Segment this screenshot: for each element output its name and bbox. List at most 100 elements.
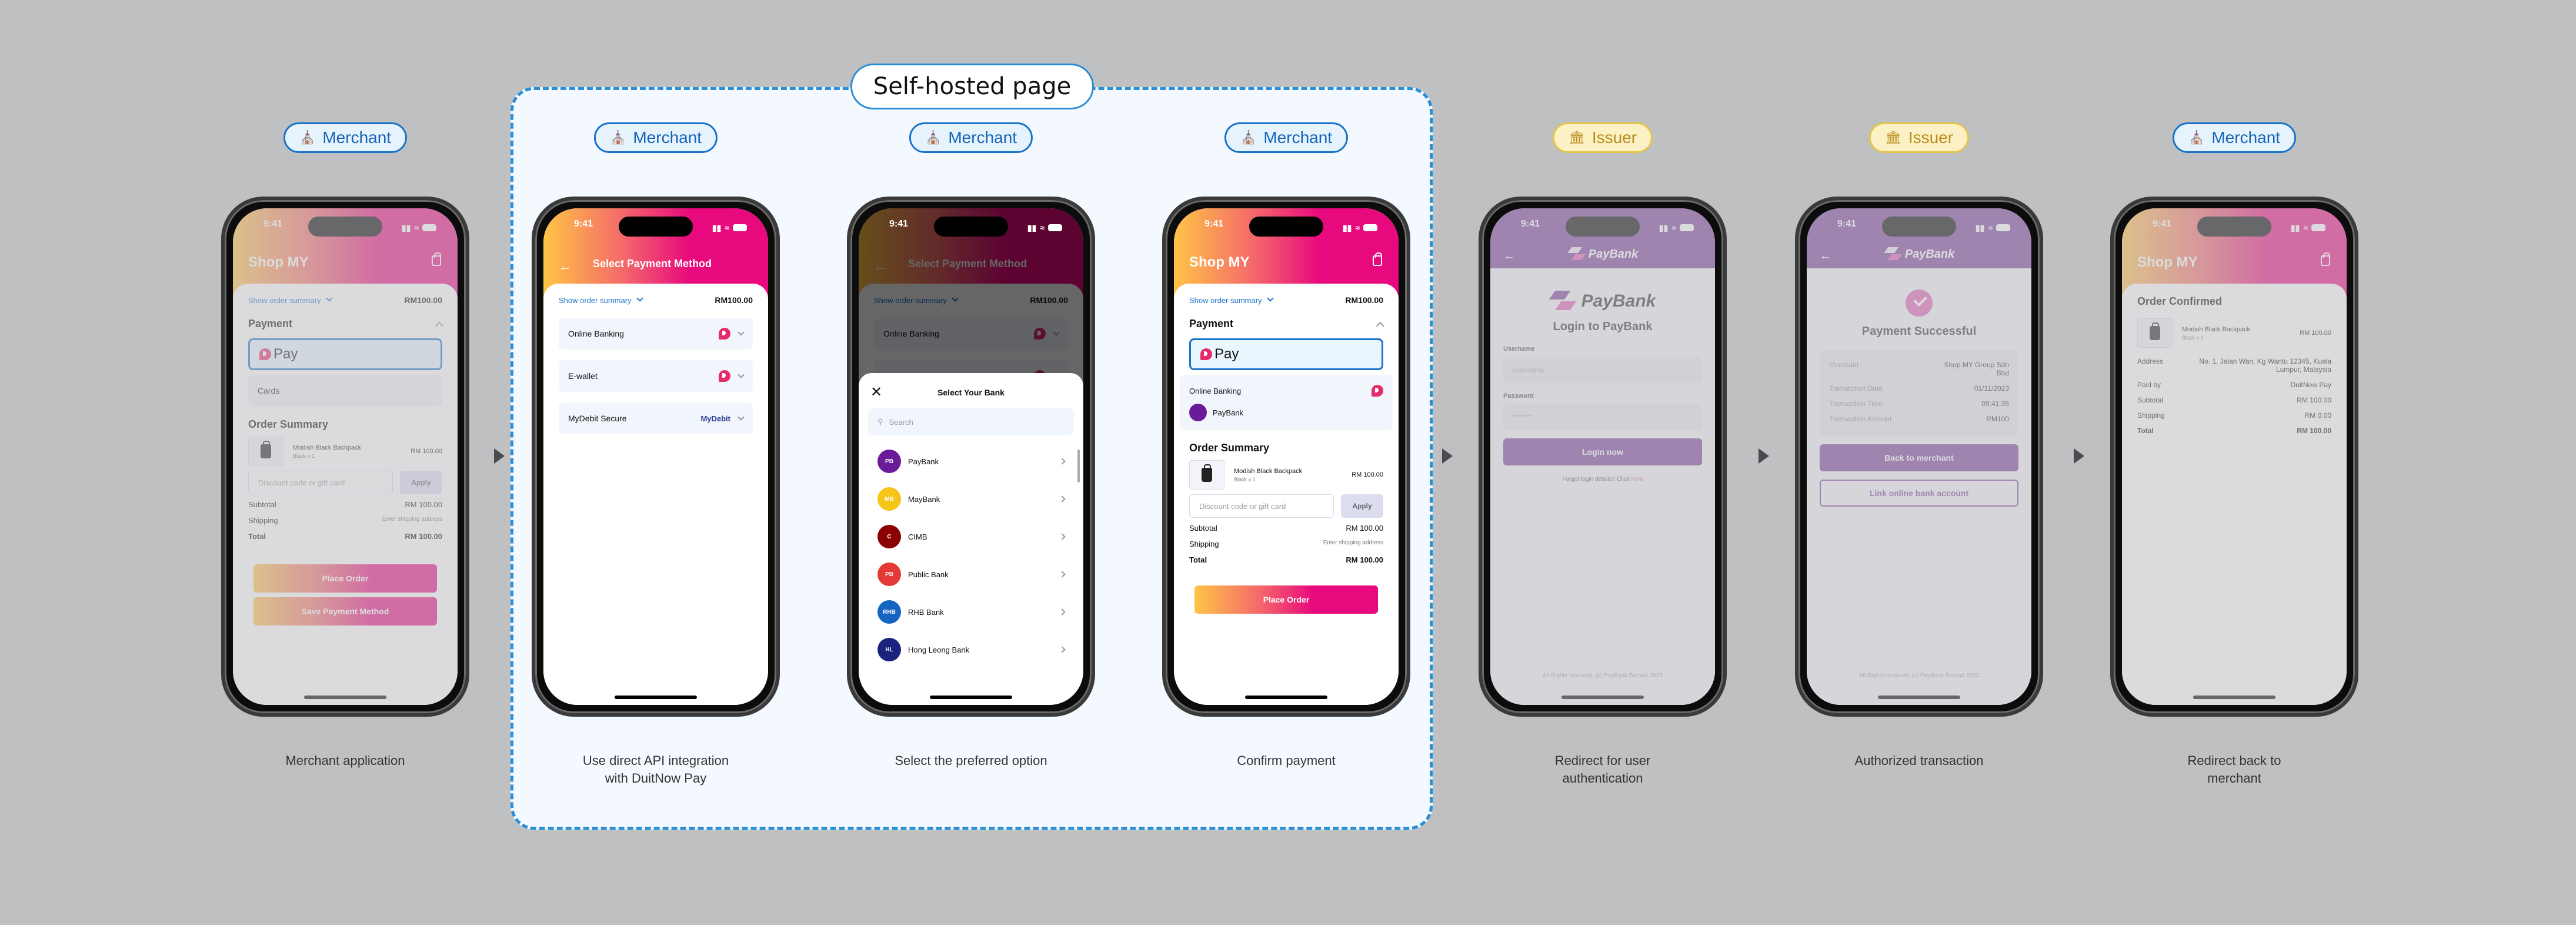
summary-row: Subtotal RM 100.00 xyxy=(2137,396,2331,404)
screen-confirm-payment: ⛪ Merchant 9:41 ▮▮ ≈ Shop MY Show order sum… xyxy=(1154,0,1419,925)
duitnow-pay-option[interactable]: Pay xyxy=(248,338,442,370)
bank-name: RHB Bank xyxy=(908,607,944,617)
chevron-right-icon xyxy=(1059,495,1066,503)
step-caption: Select the preferred option xyxy=(895,753,1047,768)
flow-arrow-icon xyxy=(1442,448,1453,464)
store-icon: ⛪ xyxy=(925,130,942,145)
method-online-banking[interactable]: Online Banking xyxy=(559,318,753,350)
phone-frame: 9:41▮▮≈ ←Select Payment Method Show orde… xyxy=(847,197,1095,717)
bank-search-input[interactable]: ⚲ Search xyxy=(868,408,1074,435)
bank-row[interactable]: PB Public Bank xyxy=(868,555,1074,593)
summary-row: Shipping RM 0.00 xyxy=(2137,411,2331,420)
cart-icon[interactable] xyxy=(1373,252,1382,266)
phone-frame: 9:41 ▮▮ ≈ ← PayBank Payment Successful Merc… xyxy=(1795,197,2043,717)
shipping-value: Enter shipping address xyxy=(382,516,442,523)
store-icon: ⛪ xyxy=(299,130,316,145)
back-arrow-icon[interactable]: ← xyxy=(1503,249,1515,263)
chevron-right-icon xyxy=(1059,533,1066,540)
paybank-logo-icon xyxy=(1189,404,1207,421)
bank-name: Public Bank xyxy=(908,570,949,579)
bank-row[interactable]: HL Hong Leong Bank xyxy=(868,631,1074,668)
wifi-icon: ≈ xyxy=(414,223,419,232)
chevron-down-icon xyxy=(738,414,745,421)
order-item: Modish Black Backpack Black x 1 RM 100.00 xyxy=(248,437,442,466)
chevron-up-icon[interactable] xyxy=(435,321,444,330)
detail-row: Merchant Shop MY Group Sdn Bhd xyxy=(1829,361,2009,377)
app-title: Shop MY xyxy=(1189,254,1250,270)
bank-select-sheet: ✕ Select Your Bank ⚲ Search PB PayBank MB May… xyxy=(859,373,1083,705)
phone-frame: 9:41 ▮▮ ≈ ← PayBank PayBank Login to PayBan… xyxy=(1479,197,1727,717)
screen-merchant-app: ⛪ Merchant 9:41 ▮▮ ≈ Shop MY Show order sum… xyxy=(213,0,478,925)
payment-heading: Payment xyxy=(248,318,293,330)
bank-logo-icon: RHB xyxy=(877,600,901,624)
bank-row[interactable]: RHB RHB Bank xyxy=(868,593,1074,631)
bank-logo-icon: C xyxy=(877,525,901,548)
duitnow-logo-icon xyxy=(719,328,730,340)
duitnow-logo-icon xyxy=(259,348,271,360)
success-check-icon xyxy=(1906,290,1933,317)
bank-logo-icon: MB xyxy=(877,487,901,511)
phone-frame: 9:41▮▮≈ ←Select Payment Method Show orde… xyxy=(532,197,780,717)
flow-arrow-icon xyxy=(1759,448,1769,464)
summary-row: Total RM 100.00 xyxy=(2137,427,2331,435)
screen-payment-successful: 🏛 Issuer 9:41 ▮▮ ≈ ← PayBank Payment Success… xyxy=(1787,0,2051,925)
chevron-right-icon xyxy=(1059,608,1066,615)
close-icon[interactable]: ✕ xyxy=(870,382,882,402)
place-order-button[interactable]: Place Order xyxy=(253,564,437,593)
step-caption: Authorized transaction xyxy=(1854,753,1984,768)
store-icon: ⛪ xyxy=(609,130,626,145)
online-banking-option[interactable]: Online Banking xyxy=(1189,381,1383,401)
scrollbar[interactable] xyxy=(1077,450,1080,483)
search-icon: ⚲ xyxy=(877,417,883,426)
summary-row: Address No. 1, Jalan Wan, Kg Wantu 12345,… xyxy=(2137,357,2331,374)
store-icon: ⛪ xyxy=(2188,130,2205,145)
bank-name: PayBank xyxy=(908,457,939,466)
forgot-link[interactable]: here xyxy=(1631,476,1643,483)
back-to-merchant-button[interactable]: Back to merchant xyxy=(1820,444,2018,471)
show-order-summary[interactable]: Show order summary xyxy=(248,294,333,305)
method-mydebit[interactable]: MyDebit Secure MyDebit xyxy=(559,402,753,434)
save-payment-method-button[interactable]: Save Payment Method xyxy=(253,597,437,625)
bank-logo-icon: PB xyxy=(877,563,901,586)
method-e-wallet[interactable]: E-wallet xyxy=(559,360,753,392)
show-order-summary[interactable]: Show order summary xyxy=(559,294,643,305)
screen-order-confirmed: ⛪ Merchant 9:41 ▮▮ ≈ Shop MY Order Confirme… xyxy=(2102,0,2367,925)
chevron-up-icon[interactable] xyxy=(1376,321,1385,330)
duitnow-pay-option[interactable]: Pay xyxy=(1189,338,1383,370)
bank-name: Hong Leong Bank xyxy=(908,645,970,654)
discount-input[interactable]: Discount code or gift card xyxy=(1189,494,1334,518)
cart-icon[interactable] xyxy=(2321,252,2330,266)
apply-button[interactable]: Apply xyxy=(400,471,442,494)
success-heading: Payment Successful xyxy=(1861,325,1977,338)
username-input[interactable]: username xyxy=(1503,357,1702,383)
back-arrow-icon[interactable]: ← xyxy=(1820,249,1831,263)
backpack-icon xyxy=(261,441,271,458)
show-order-summary[interactable]: Show order summary xyxy=(1189,294,1274,305)
bank-row[interactable]: MB MayBank xyxy=(868,480,1074,518)
role-badge: 🏛 Issuer xyxy=(1552,122,1653,153)
screen-select-payment-method: ⛪ Merchant 9:41 ▮▮ ≈ ← Select Payment Method… xyxy=(523,0,788,925)
sheet-title: Select Your Bank xyxy=(937,388,1005,397)
apply-button[interactable]: Apply xyxy=(1341,494,1383,518)
paybank-logo-icon xyxy=(1550,291,1577,312)
login-button[interactable]: Login now xyxy=(1503,438,1702,465)
detail-row: Transaction Date 01/11/2023 xyxy=(1829,384,2009,392)
cart-icon[interactable] xyxy=(432,252,441,266)
chevron-right-icon xyxy=(1059,458,1066,465)
place-order-button[interactable]: Place Order xyxy=(1194,585,1378,614)
total-value: RM 100.00 xyxy=(405,532,442,541)
discount-input[interactable]: Discount code or gift card xyxy=(248,471,393,494)
bank-icon: 🏛 xyxy=(1568,130,1585,145)
selected-bank[interactable]: PayBank xyxy=(1189,401,1383,424)
role-badge: ⛪ Merchant xyxy=(2172,122,2297,153)
cards-option[interactable]: Cards xyxy=(248,375,442,407)
role-badge: 🏛 Issuer xyxy=(1868,122,1970,153)
bank-row[interactable]: C CIMB xyxy=(868,518,1074,555)
mydebit-logo-icon: MyDebit xyxy=(700,414,730,423)
link-bank-account-button[interactable]: Link online bank account xyxy=(1820,480,2018,507)
bank-icon: 🏛 xyxy=(1884,130,1901,145)
bank-row[interactable]: PB PayBank xyxy=(868,442,1074,480)
password-input[interactable]: ******* xyxy=(1503,404,1702,430)
back-arrow-icon[interactable]: ← xyxy=(559,259,572,274)
phone-frame: 9:41 ▮▮ ≈ Shop MY Order Confirmed Modish B… xyxy=(2110,197,2358,717)
